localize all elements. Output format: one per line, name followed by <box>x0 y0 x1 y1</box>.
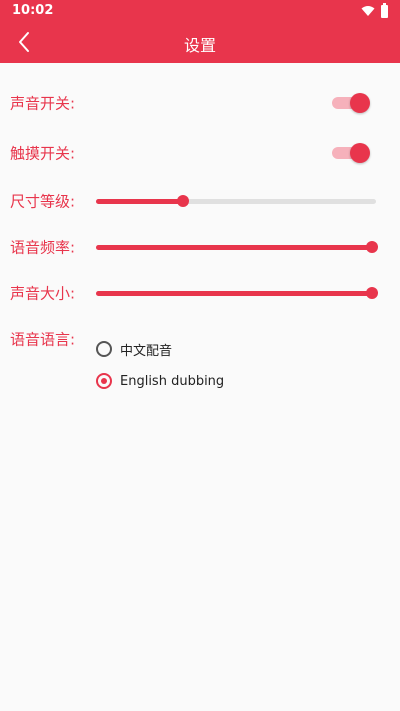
radio-label: 中文配音 <box>120 343 173 359</box>
slider-fill <box>96 199 183 204</box>
touch-switch-label: 触摸开关: <box>10 144 76 163</box>
radio-chinese-dubbing[interactable]: 中文配音 <box>96 333 356 365</box>
status-time: 10:02 <box>12 3 54 18</box>
sound-switch[interactable] <box>330 93 370 113</box>
size-level-row: 尺寸等级: <box>0 186 400 216</box>
slider-thumb[interactable] <box>176 195 189 207</box>
voice-frequency-label: 语音频率: <box>10 238 76 257</box>
touch-switch-row: 触摸开关: <box>0 138 400 168</box>
volume-row: 声音大小: <box>0 278 400 308</box>
volume-label: 声音大小: <box>10 284 76 303</box>
touch-switch[interactable] <box>330 143 370 163</box>
slider-thumb[interactable] <box>366 241 378 253</box>
radio-english-dubbing[interactable]: English dubbing <box>96 365 356 397</box>
voice-language-radio-group: 中文配音 English dubbing <box>96 333 356 397</box>
radio-button[interactable] <box>96 373 112 389</box>
sound-switch-label: 声音开关: <box>10 94 76 113</box>
voice-language-label: 语音语言: <box>10 330 76 349</box>
radio-label: English dubbing <box>120 373 225 389</box>
wifi-icon <box>361 6 375 16</box>
touch-switch-thumb <box>350 143 370 163</box>
page-title: 设置 <box>183 36 216 55</box>
size-level-label: 尺寸等级: <box>10 192 76 211</box>
top-app-bar: 10:02 设置 <box>0 0 400 63</box>
volume-slider[interactable] <box>96 286 378 300</box>
slider-fill <box>96 245 376 250</box>
sound-switch-thumb <box>350 93 370 113</box>
slider-thumb[interactable] <box>366 287 378 299</box>
battery-icon <box>381 2 388 18</box>
slider-fill <box>96 291 376 296</box>
sound-switch-row: 声音开关: <box>0 88 400 118</box>
status-bar: 10:02 <box>0 0 400 22</box>
voice-frequency-slider[interactable] <box>96 240 378 254</box>
radio-button[interactable] <box>96 341 112 357</box>
voice-frequency-row: 语音频率: <box>0 232 400 262</box>
size-level-slider[interactable] <box>96 194 376 208</box>
status-icons <box>361 2 388 18</box>
